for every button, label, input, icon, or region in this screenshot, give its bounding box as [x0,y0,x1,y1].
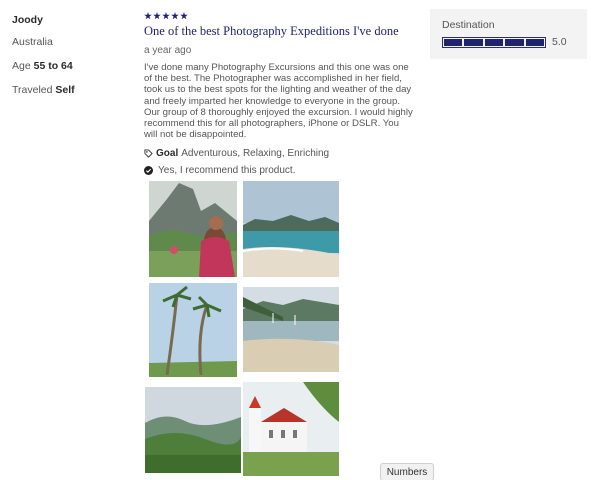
photo-lagoon-beach[interactable] [243,181,339,277]
review-date: a year ago [144,45,192,56]
photo-palm-trees[interactable] [149,283,237,377]
recommend-row: Yes, I recommend this product. [144,165,414,176]
star-icon [180,12,188,20]
traveled-value: Self [55,84,75,96]
goal-label: Goal [156,148,179,160]
recommend-text: Yes, I recommend this product. [158,165,296,177]
rating-bar-segment [505,38,524,46]
tag-icon [144,149,153,159]
review-title: One of the best Photography Expeditions … [144,24,399,38]
star-icon [153,12,161,20]
photo-green-hills[interactable] [145,387,241,473]
reviewer-name: Joody [12,14,43,26]
destination-score: 5.0 [552,36,567,48]
star-icon [171,12,179,20]
destination-rating-panel: Destination 5.0 [430,9,587,59]
star-rating [144,12,414,22]
star-icon [162,12,170,20]
goal-value: Adventurous, Relaxing, Enriching [181,148,330,160]
age-label: Age [12,60,31,72]
destination-rating-bar [442,36,546,48]
reviewer-location: Australia [12,36,53,48]
photo-white-church[interactable] [243,382,339,476]
photo-woman-mountain[interactable] [149,181,237,277]
rating-bar-segment [525,38,545,46]
check-circle-icon [144,166,153,176]
rating-bar-segment [464,38,483,46]
star-icon [144,12,152,20]
photo-bay-boats[interactable] [243,287,339,372]
traveled-label: Traveled [12,84,53,96]
rating-bar-segment [484,38,504,46]
age-value: 55 to 64 [33,60,73,72]
numbers-button[interactable]: Numbers [380,463,434,480]
goal-row: Goal Adventurous, Relaxing, Enriching [144,148,414,159]
rating-bar-segment [444,38,463,46]
reviewer-info: Joody Australia Age 55 to 64 Traveled Se… [12,14,132,108]
destination-label: Destination [442,19,495,31]
reviewer-traveled: Traveled Self [12,84,132,96]
review-content: One of the best Photography Expeditions … [144,12,414,176]
destination-rating-row: 5.0 [442,36,575,48]
reviewer-age: Age 55 to 64 [12,60,132,72]
review-body: I've done many Photography Excursions an… [144,62,413,141]
